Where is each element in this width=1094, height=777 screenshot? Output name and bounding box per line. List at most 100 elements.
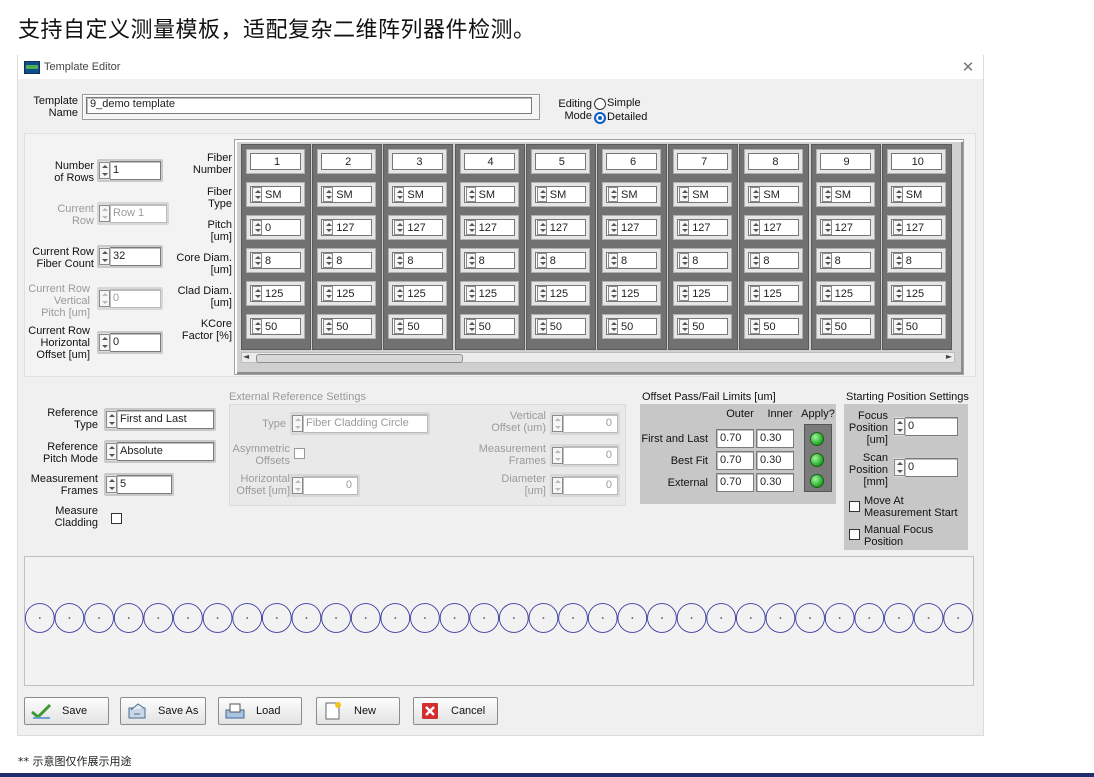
spin-arrows-icon[interactable] bbox=[608, 286, 618, 301]
limit-outer-best-fit[interactable]: 0.70 bbox=[716, 451, 754, 470]
kcore-factor-input[interactable]: 50 bbox=[534, 318, 586, 335]
spin-arrows-icon[interactable] bbox=[750, 220, 761, 235]
spin-arrows-icon[interactable] bbox=[608, 319, 618, 334]
spin-arrows-icon[interactable] bbox=[608, 187, 618, 202]
scroll-right-icon[interactable]: ► bbox=[946, 352, 952, 361]
core-diam-input[interactable]: 8 bbox=[677, 252, 729, 269]
spin-arrows-icon[interactable] bbox=[552, 477, 563, 494]
pitch-input[interactable]: 127 bbox=[677, 219, 729, 236]
save-button[interactable]: Save bbox=[24, 697, 109, 725]
spin-arrows-icon[interactable] bbox=[252, 319, 262, 334]
load-button[interactable]: Load bbox=[218, 697, 302, 725]
spin-arrows-icon[interactable] bbox=[536, 319, 547, 334]
reference-type-select[interactable]: First and Last bbox=[117, 410, 214, 429]
spin-arrows-icon[interactable] bbox=[892, 319, 903, 334]
spin-arrows-icon[interactable] bbox=[892, 187, 903, 202]
pitch-input[interactable]: 127 bbox=[463, 219, 515, 236]
core-diam-input[interactable]: 8 bbox=[606, 252, 657, 269]
clad-diam-input[interactable]: 125 bbox=[890, 285, 942, 302]
spin-arrows-icon[interactable] bbox=[821, 220, 832, 235]
spin-arrows-icon[interactable] bbox=[821, 187, 832, 202]
spin-arrows-icon[interactable] bbox=[394, 319, 405, 334]
fiber-type-input[interactable]: SM bbox=[321, 186, 373, 203]
spin-arrows-icon[interactable] bbox=[892, 220, 903, 235]
spin-arrows-icon[interactable] bbox=[679, 319, 690, 334]
fiber-type-input[interactable]: SM bbox=[606, 186, 657, 203]
spin-arrows-icon[interactable] bbox=[821, 253, 832, 268]
spin-arrows-icon[interactable] bbox=[894, 418, 905, 435]
fiber-number-input[interactable]: 7 bbox=[677, 153, 729, 170]
apply-led-first-last[interactable] bbox=[810, 432, 824, 446]
spin-arrows-icon[interactable] bbox=[99, 334, 110, 351]
core-diam-input[interactable]: 8 bbox=[890, 252, 942, 269]
spin-arrows-icon[interactable] bbox=[552, 447, 563, 464]
spin-arrows-icon[interactable] bbox=[821, 319, 832, 334]
fiber-type-input[interactable]: SM bbox=[534, 186, 586, 203]
core-diam-input[interactable]: 8 bbox=[748, 252, 800, 269]
apply-led-best-fit[interactable] bbox=[810, 453, 824, 467]
spin-arrows-icon[interactable] bbox=[465, 187, 476, 202]
spin-arrows-icon[interactable] bbox=[536, 220, 547, 235]
spin-arrows-icon[interactable] bbox=[106, 476, 117, 493]
template-name-input[interactable]: 9_demo template bbox=[86, 97, 532, 114]
kcore-factor-input[interactable]: 50 bbox=[819, 318, 871, 335]
ext-horizontal-offset-input[interactable]: 0 bbox=[303, 476, 358, 495]
spin-arrows-icon[interactable] bbox=[679, 253, 690, 268]
fiber-number-input[interactable]: 1 bbox=[250, 153, 301, 170]
fiber-number-input[interactable]: 3 bbox=[392, 153, 444, 170]
spin-arrows-icon[interactable] bbox=[99, 162, 110, 179]
spin-arrows-icon[interactable] bbox=[252, 187, 262, 202]
spin-arrows-icon[interactable] bbox=[552, 415, 563, 432]
spin-arrows-icon[interactable] bbox=[465, 220, 476, 235]
spin-arrows-icon[interactable] bbox=[892, 286, 903, 301]
clad-diam-input[interactable]: 125 bbox=[534, 285, 586, 302]
spin-arrows-icon[interactable] bbox=[608, 253, 618, 268]
pitch-input[interactable]: 127 bbox=[534, 219, 586, 236]
spin-arrows-icon[interactable] bbox=[394, 220, 405, 235]
spin-arrows-icon[interactable] bbox=[465, 286, 476, 301]
clad-diam-input[interactable]: 125 bbox=[748, 285, 800, 302]
fiber-type-input[interactable]: SM bbox=[463, 186, 515, 203]
ext-vertical-offset-input[interactable]: 0 bbox=[563, 414, 618, 433]
new-button[interactable]: New bbox=[316, 697, 400, 725]
spin-arrows-icon[interactable] bbox=[394, 286, 405, 301]
fiber-number-input[interactable]: 5 bbox=[534, 153, 586, 170]
fiber-type-input[interactable]: SM bbox=[748, 186, 800, 203]
asymmetric-offsets-checkbox[interactable] bbox=[294, 448, 305, 459]
spin-arrows-icon[interactable] bbox=[252, 253, 262, 268]
pitch-input[interactable]: 127 bbox=[321, 219, 373, 236]
fiber-type-input[interactable]: SM bbox=[819, 186, 871, 203]
number-of-rows-input[interactable]: 1 bbox=[110, 161, 161, 180]
clad-diam-input[interactable]: 125 bbox=[606, 285, 657, 302]
core-diam-input[interactable]: 8 bbox=[321, 252, 373, 269]
kcore-factor-input[interactable]: 50 bbox=[606, 318, 657, 335]
measurement-frames-input[interactable]: 5 bbox=[117, 475, 172, 494]
apply-led-external[interactable] bbox=[810, 474, 824, 488]
fiber-type-input[interactable]: SM bbox=[890, 186, 942, 203]
spin-arrows-icon[interactable] bbox=[99, 205, 110, 222]
cancel-button[interactable]: Cancel bbox=[413, 697, 498, 725]
spin-arrows-icon[interactable] bbox=[99, 248, 110, 265]
clad-diam-input[interactable]: 125 bbox=[321, 285, 373, 302]
spin-arrows-icon[interactable] bbox=[106, 443, 117, 460]
fiber-number-input[interactable]: 10 bbox=[890, 153, 942, 170]
spin-arrows-icon[interactable] bbox=[679, 187, 690, 202]
spin-arrows-icon[interactable] bbox=[894, 459, 905, 476]
spin-arrows-icon[interactable] bbox=[106, 411, 117, 428]
spin-arrows-icon[interactable] bbox=[292, 477, 303, 494]
kcore-factor-input[interactable]: 50 bbox=[321, 318, 373, 335]
pitch-input[interactable]: 0 bbox=[250, 219, 301, 236]
vertical-pitch-input[interactable]: 0 bbox=[110, 289, 161, 308]
core-diam-input[interactable]: 8 bbox=[819, 252, 871, 269]
core-diam-input[interactable]: 8 bbox=[534, 252, 586, 269]
kcore-factor-input[interactable]: 50 bbox=[392, 318, 444, 335]
measure-cladding-checkbox[interactable] bbox=[111, 513, 122, 524]
kcore-factor-input[interactable]: 50 bbox=[677, 318, 729, 335]
spin-arrows-icon[interactable] bbox=[394, 253, 405, 268]
fiber-number-input[interactable]: 2 bbox=[321, 153, 373, 170]
clad-diam-input[interactable]: 125 bbox=[392, 285, 444, 302]
fiber-count-input[interactable]: 32 bbox=[110, 247, 161, 266]
limit-outer-external[interactable]: 0.70 bbox=[716, 473, 754, 492]
pitch-input[interactable]: 127 bbox=[819, 219, 871, 236]
spin-arrows-icon[interactable] bbox=[252, 220, 262, 235]
